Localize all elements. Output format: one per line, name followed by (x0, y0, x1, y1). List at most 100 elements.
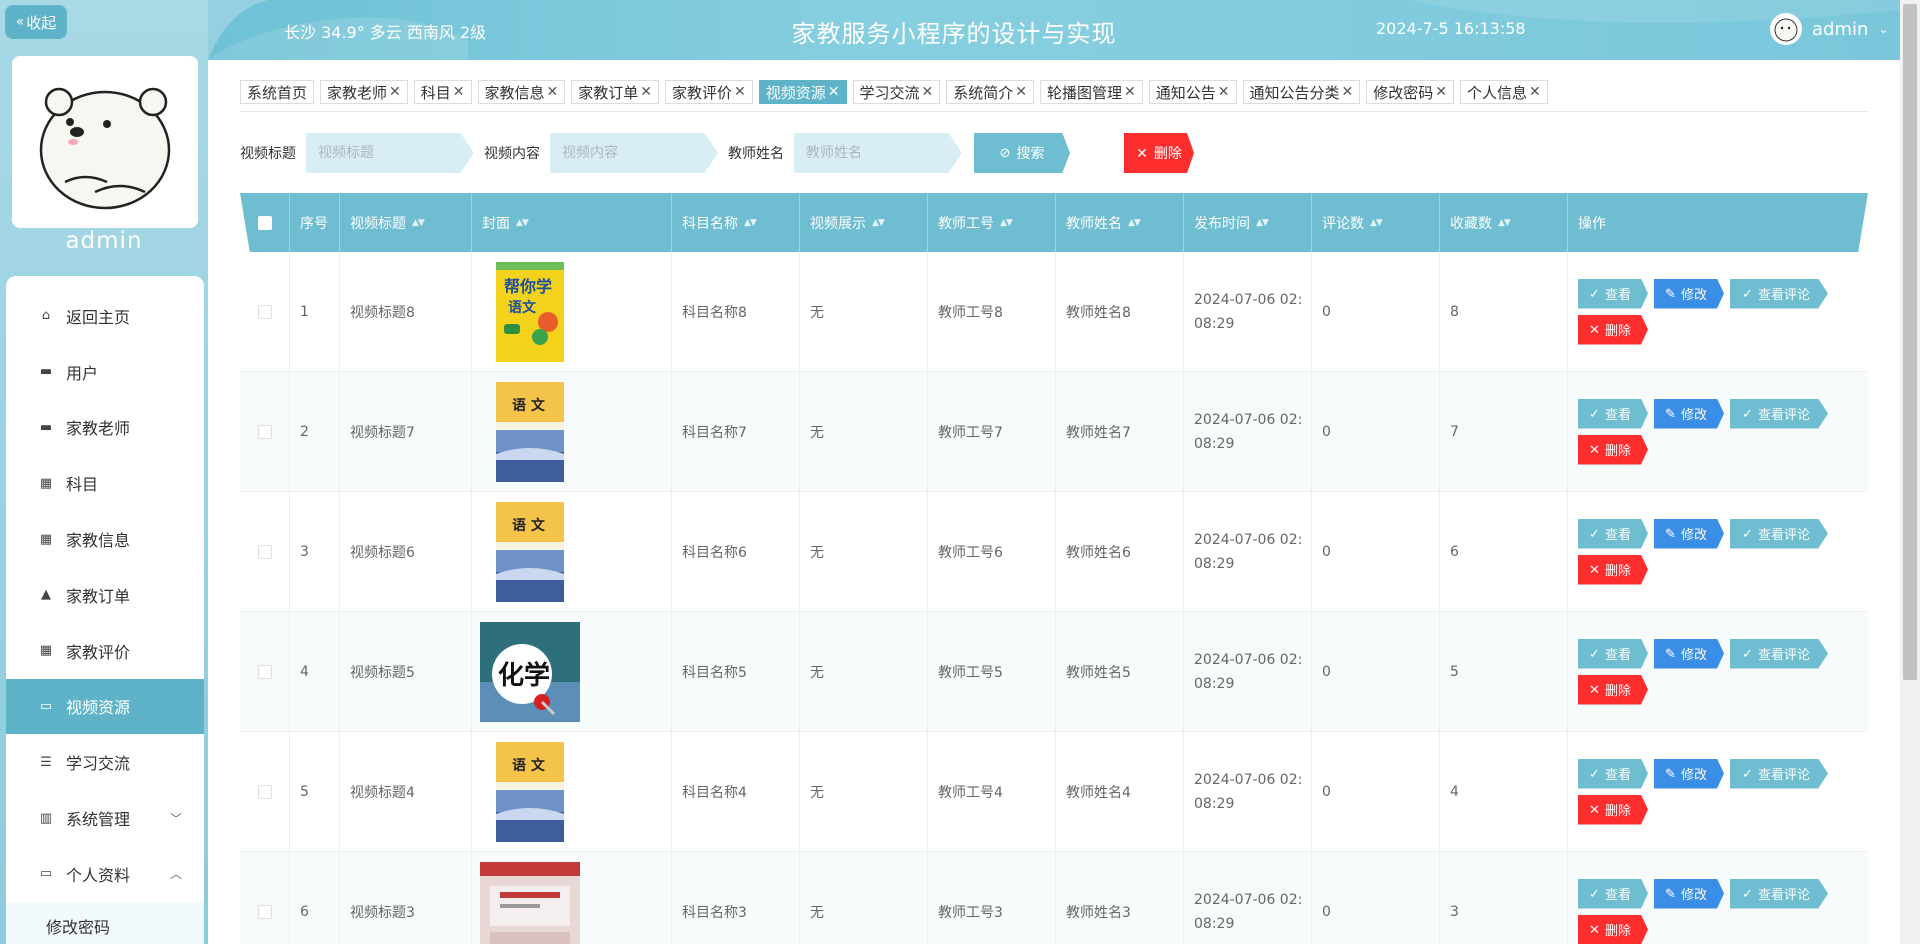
view-comments-button[interactable]: ✓ 查看评论 (1730, 638, 1828, 669)
sort-icon[interactable]: ▲▼ (412, 218, 425, 228)
tab-video-resources[interactable]: 视频资源 ✕ (758, 80, 847, 104)
edit-button[interactable]: ✎ 修改 (1654, 758, 1724, 789)
delete-button[interactable]: ✕ 删除 (1578, 554, 1648, 585)
video-title-input[interactable] (306, 133, 474, 173)
tab-profile[interactable]: 个人信息 ✕ (1460, 80, 1548, 104)
tab-tutor-reviews[interactable]: 家教评价 ✕ (665, 80, 753, 104)
tab-carousel[interactable]: 轮播图管理 ✕ (1040, 80, 1143, 104)
column-header[interactable]: 教师姓名 ▲▼ (1056, 193, 1184, 252)
view-button[interactable]: ✓ 查看 (1578, 518, 1648, 549)
delete-button[interactable]: ✕ 删除 (1578, 674, 1648, 705)
sidebar-item-system-management[interactable]: ▥ 系统管理 ﹀ (6, 790, 204, 846)
view-button[interactable]: ✓ 查看 (1578, 638, 1648, 669)
column-header[interactable]: 封面 ▲▼ (472, 193, 672, 252)
close-icon[interactable]: ✕ (1435, 84, 1447, 100)
sidebar-item-teachers[interactable]: ▬ 家教老师 (6, 400, 204, 456)
sidebar-item-home[interactable]: ⌂ 返回主页 (6, 288, 204, 344)
video-content-input[interactable] (550, 133, 718, 173)
row-checkbox[interactable] (257, 544, 272, 559)
sort-icon[interactable]: ▲▼ (1128, 218, 1141, 228)
edit-button[interactable]: ✎ 修改 (1654, 878, 1724, 909)
column-header[interactable]: 评论数 ▲▼ (1312, 193, 1440, 252)
sidebar-item-tutor-reviews[interactable]: ▦ 家教评价 (6, 623, 204, 679)
collapse-button[interactable]: « 收起 (5, 5, 67, 39)
view-comments-button[interactable]: ✓ 查看评论 (1730, 398, 1828, 429)
cover-image[interactable]: 语 文 (480, 501, 580, 602)
cover-image[interactable]: 语 文 (480, 741, 580, 842)
tab-system-home[interactable]: 系统首页 (240, 80, 315, 104)
delete-button[interactable]: ✕ 删除 (1578, 434, 1648, 465)
view-button[interactable]: ✓ 查看 (1578, 398, 1648, 429)
column-header[interactable]: 科目名称 ▲▼ (672, 193, 800, 252)
tab-tutor-orders[interactable]: 家教订单 ✕ (571, 80, 660, 104)
delete-button[interactable]: ✕ 删除 (1578, 314, 1648, 345)
close-icon[interactable]: ✕ (547, 84, 559, 100)
sidebar-item-profile[interactable]: ▭ 个人资料 ︿ (6, 846, 204, 902)
row-checkbox[interactable] (257, 304, 272, 319)
delete-button[interactable]: ✕ 删除 (1578, 794, 1648, 825)
column-header[interactable]: 视频标题 ▲▼ (340, 193, 472, 252)
cover-image[interactable]: 化学 (480, 621, 580, 722)
view-comments-button[interactable]: ✓ 查看评论 (1730, 518, 1828, 549)
cover-image[interactable] (480, 861, 580, 944)
close-icon[interactable]: ✕ (734, 84, 746, 100)
tab-notices[interactable]: 通知公告 ✕ (1148, 80, 1237, 104)
column-header[interactable]: 收藏数 ▲▼ (1440, 193, 1568, 252)
batch-delete-button[interactable]: ✕ 删除 (1124, 133, 1194, 173)
tab-notice-categories[interactable]: 通知公告分类 ✕ (1242, 80, 1361, 104)
sort-icon[interactable]: ▲▼ (744, 218, 757, 228)
sort-icon[interactable]: ▲▼ (516, 218, 529, 228)
view-button[interactable]: ✓ 查看 (1578, 278, 1648, 309)
tab-tutor-info[interactable]: 家教信息 ✕ (477, 80, 566, 104)
column-header[interactable]: 发布时间 ▲▼ (1184, 193, 1312, 252)
view-comments-button[interactable]: ✓ 查看评论 (1730, 758, 1828, 789)
sidebar-item-subjects[interactable]: ▦ 科目 (6, 455, 204, 511)
close-icon[interactable]: ✕ (922, 84, 934, 100)
tab-study-exchange[interactable]: 学习交流 ✕ (852, 80, 941, 104)
view-button[interactable]: ✓ 查看 (1578, 758, 1648, 789)
close-icon[interactable]: ✕ (1124, 84, 1136, 100)
sort-icon[interactable]: ▲▼ (1256, 218, 1269, 228)
teacher-name-input[interactable] (794, 133, 962, 173)
tab-change-password[interactable]: 修改密码 ✕ (1366, 80, 1455, 104)
row-checkbox[interactable] (257, 784, 272, 799)
sort-icon[interactable]: ▲▼ (1370, 218, 1383, 228)
edit-button[interactable]: ✎ 修改 (1654, 518, 1724, 549)
tab-system-intro[interactable]: 系统简介 ✕ (946, 80, 1035, 104)
sidebar-item-video-resources[interactable]: ▭ 视频资源 (6, 678, 204, 735)
sidebar-item-users[interactable]: ▬ 用户 (6, 344, 204, 400)
scrollbar-thumb[interactable] (1903, 4, 1917, 680)
close-icon[interactable]: ✕ (640, 84, 652, 100)
user-menu[interactable]: admin ⌄ (1770, 13, 1888, 45)
sidebar-item-study-exchange[interactable]: ☰ 学习交流 (6, 734, 204, 790)
row-checkbox[interactable] (257, 424, 272, 439)
column-header[interactable]: 教师工号 ▲▼ (928, 193, 1056, 252)
sort-icon[interactable]: ▲▼ (872, 218, 885, 228)
close-icon[interactable]: ✕ (1529, 84, 1541, 100)
cover-image[interactable]: 帮你学 语文 (480, 261, 580, 362)
cover-image[interactable]: 语 文 (480, 381, 580, 482)
close-icon[interactable]: ✕ (1342, 84, 1354, 100)
tab-teachers[interactable]: 家教老师 ✕ (320, 80, 408, 104)
sidebar-item-tutor-orders[interactable]: ▲ 家教订单 (6, 567, 204, 623)
sidebar-item-tutor-info[interactable]: ▦ 家教信息 (6, 511, 204, 567)
close-icon[interactable]: ✕ (828, 84, 840, 100)
page-scrollbar[interactable] (1900, 0, 1920, 944)
row-checkbox[interactable] (257, 664, 272, 679)
close-icon[interactable]: ✕ (453, 84, 465, 100)
view-button[interactable]: ✓ 查看 (1578, 878, 1648, 909)
close-icon[interactable]: ✕ (1015, 84, 1027, 100)
view-comments-button[interactable]: ✓ 查看评论 (1730, 278, 1828, 309)
sort-icon[interactable]: ▲▼ (1000, 218, 1013, 228)
sort-icon[interactable]: ▲▼ (1498, 218, 1511, 228)
view-comments-button[interactable]: ✓ 查看评论 (1730, 878, 1828, 909)
row-checkbox[interactable] (257, 904, 272, 919)
sidebar-subitem-change-password[interactable]: 修改密码 (6, 901, 204, 944)
delete-button[interactable]: ✕ 删除 (1578, 914, 1648, 944)
edit-button[interactable]: ✎ 修改 (1654, 638, 1724, 669)
edit-button[interactable]: ✎ 修改 (1654, 278, 1724, 309)
tab-subjects[interactable]: 科目 ✕ (413, 80, 472, 104)
search-button[interactable]: ⊘ 搜索 (974, 133, 1070, 173)
column-header[interactable]: 视频展示 ▲▼ (800, 193, 928, 252)
select-all-checkbox[interactable] (257, 215, 272, 230)
